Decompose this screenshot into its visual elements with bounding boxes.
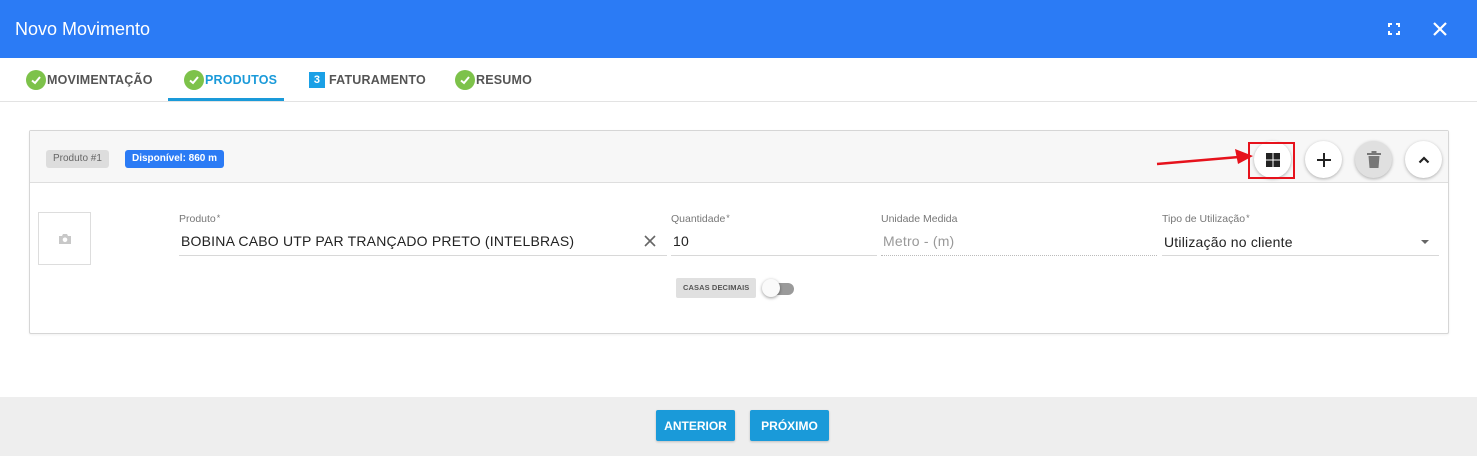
tab-resumo[interactable]: RESUMO [455,58,532,102]
tab-produtos[interactable]: PRODUTOS [184,58,277,102]
modal-header: Novo Movimento [0,0,1477,58]
product-card: Produto #1 Disponível: 860 m Produto* BO… [29,130,1449,334]
next-button[interactable]: PRÓXIMO [750,410,829,441]
fullscreen-button[interactable] [1381,16,1407,42]
produto-label: Produto* [179,213,221,225]
unidade-label: Unidade Medida [881,213,958,225]
camera-icon [58,233,71,244]
wizard-tabs: MOVIMENTAÇÃO PRODUTOS 3 FATURAMENTO RESU… [0,58,1477,102]
tab-label: FATURAMENTO [329,73,426,87]
casas-decimais-toggle[interactable] [762,279,794,297]
tab-faturamento[interactable]: 3 FATURAMENTO [309,58,426,102]
previous-button[interactable]: ANTERIOR [656,410,735,441]
quantidade-input[interactable]: 10 [673,233,689,249]
add-product-button[interactable] [1305,141,1342,178]
tab-label: MOVIMENTAÇÃO [47,73,153,87]
chevron-up-icon [1418,155,1429,163]
plus-icon [1316,152,1331,167]
casas-decimais-label: CASAS DECIMAIS [676,278,757,298]
available-badge: Disponível: 860 m [125,150,225,168]
quantidade-underline [671,255,877,256]
grid-view-button[interactable] [1254,141,1291,178]
check-icon [455,70,475,90]
modal-footer: ANTERIOR PRÓXIMO [0,397,1477,456]
product-card-header: Produto #1 Disponível: 860 m [30,131,1448,183]
unidade-input: Metro - (m) [883,233,955,249]
product-photo-placeholder[interactable] [38,212,91,265]
close-button[interactable] [1427,16,1453,42]
tipo-select[interactable]: Utilização no cliente [1164,234,1293,250]
clear-icon[interactable] [642,233,658,249]
delete-product-button[interactable] [1355,141,1392,178]
check-icon [184,70,204,90]
fullscreen-icon [1388,23,1400,35]
trash-icon [1366,150,1381,168]
tipo-label: Tipo de Utilização* [1162,213,1250,225]
collapse-button[interactable] [1405,141,1442,178]
grid-icon [1265,152,1280,167]
chevron-down-icon[interactable] [1421,240,1429,244]
arrow-annotation-icon [1156,149,1253,166]
tab-movimentacao[interactable]: MOVIMENTAÇÃO [26,58,153,102]
active-tab-indicator [168,98,284,101]
toggle-knob [762,279,780,297]
tab-label: RESUMO [476,73,533,87]
check-icon [26,70,46,90]
tab-label: PRODUTOS [205,73,278,87]
close-icon [1433,22,1447,36]
tipo-underline [1162,255,1439,256]
produto-underline [179,255,667,256]
step-number: 3 [309,72,325,88]
quantidade-label: Quantidade* [671,213,730,225]
produto-input[interactable]: BOBINA CABO UTP PAR TRANÇADO PRETO (INTE… [181,233,574,249]
unidade-underline [881,255,1157,256]
product-number-badge: Produto #1 [46,150,109,168]
modal-title: Novo Movimento [15,19,151,39]
